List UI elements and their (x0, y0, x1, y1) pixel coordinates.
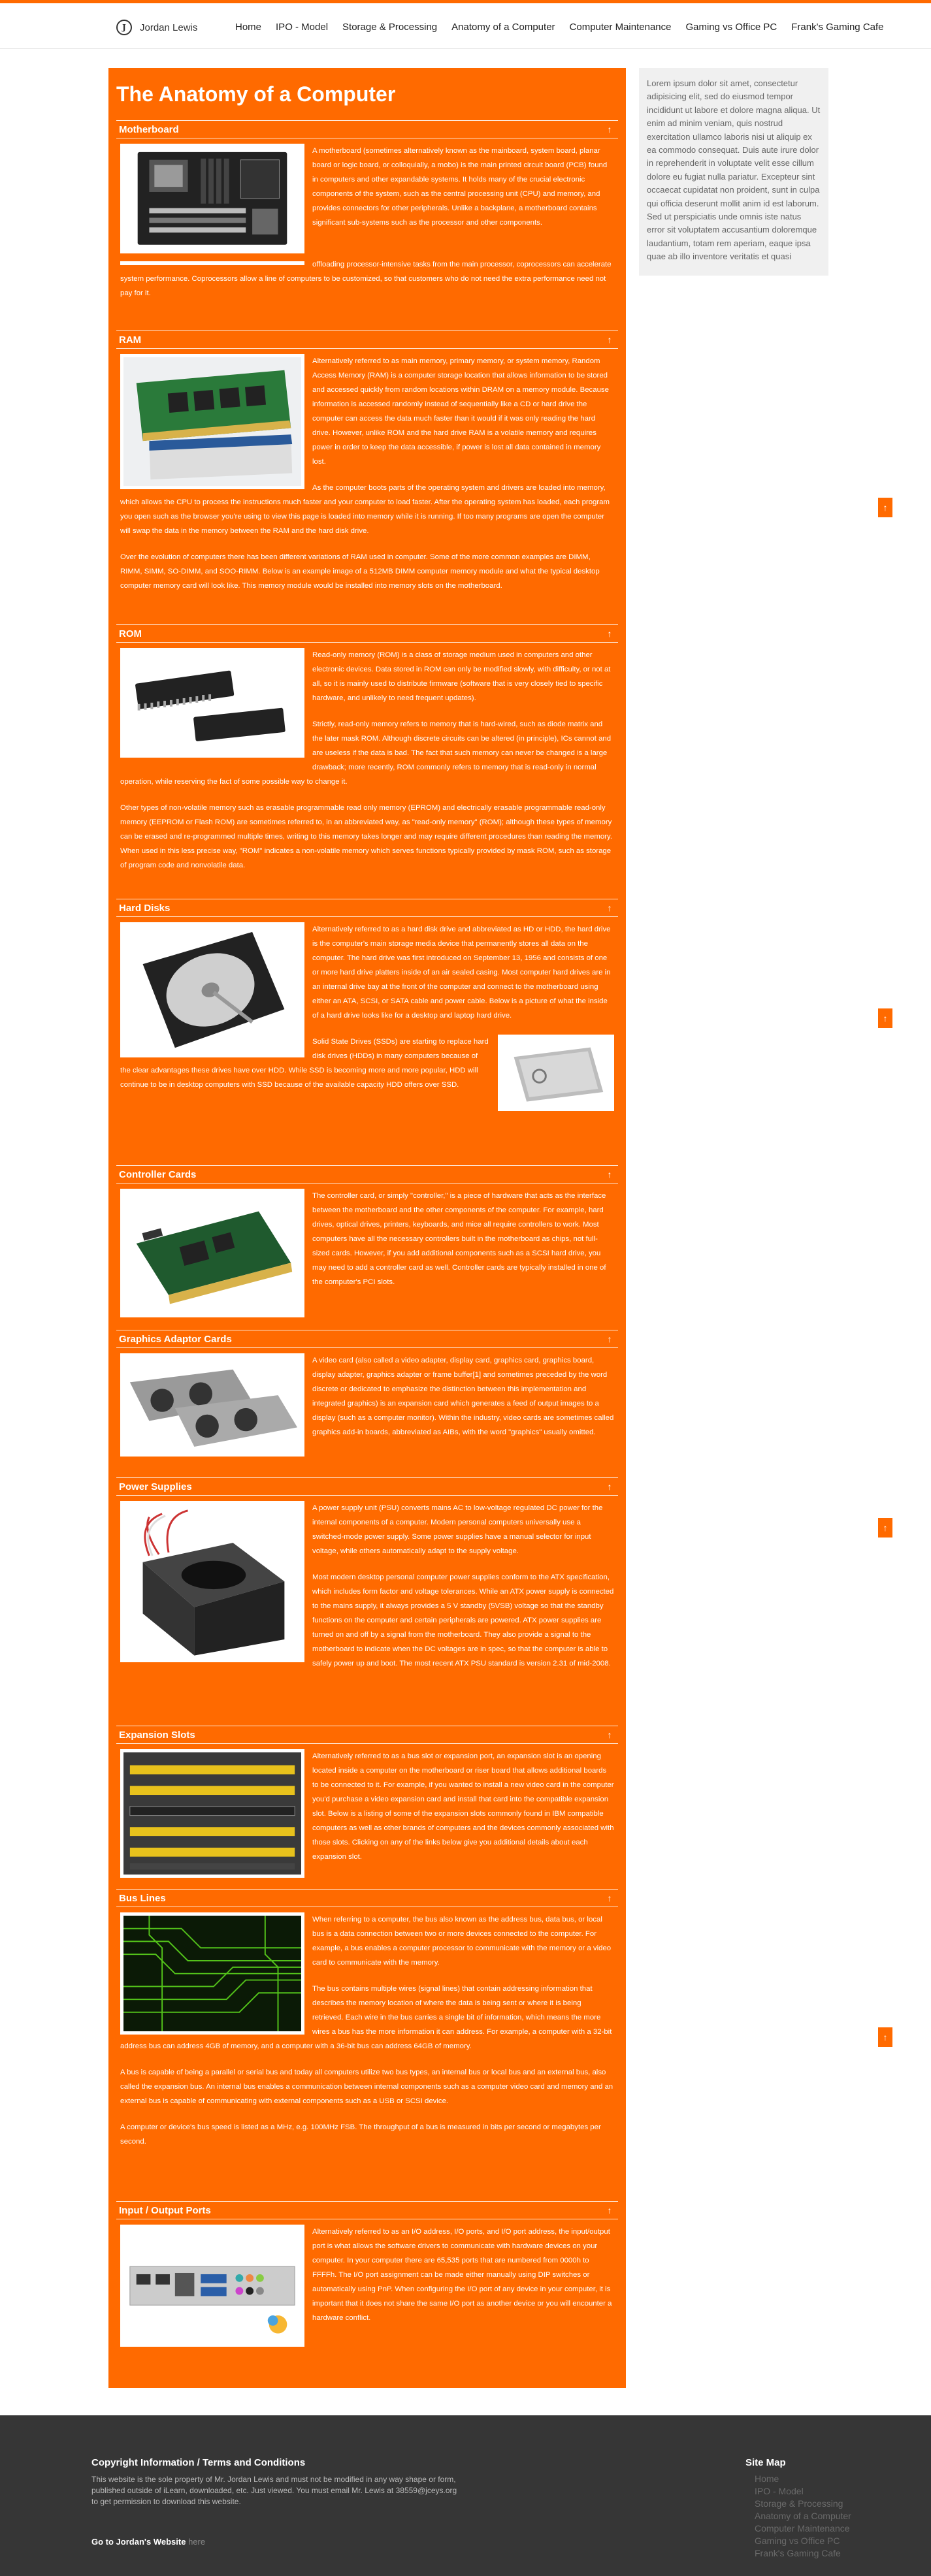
scroll-top-button[interactable]: ↑ (878, 2027, 892, 2047)
section-graphics-cards: Graphics Adaptor Cards ↑ A video card (al… (116, 1330, 618, 1460)
controller-image (120, 1189, 304, 1318)
scroll-up-icon[interactable]: ↑ (604, 628, 615, 639)
scroll-top-button[interactable]: ↑ (878, 498, 892, 517)
psu-image (120, 1501, 304, 1662)
nav-gaming-vs-office[interactable]: Gaming vs Office PC (685, 22, 777, 33)
section-controller-cards: Controller Cards ↑ The controller card, o… (116, 1165, 618, 1321)
section-title: Power Supplies (119, 1481, 192, 1492)
nav-ipo-model[interactable]: IPO - Model (276, 22, 328, 33)
section-title: Hard Disks (119, 902, 171, 914)
section-motherboard: Motherboard ↑ A motherboard (sometimes al… (116, 120, 618, 312)
section-paragraph: Other types of non-volatile memory such … (120, 804, 612, 869)
sitemap-link[interactable]: IPO - Model (755, 2485, 851, 2498)
scroll-up-icon[interactable]: ↑ (604, 1730, 615, 1740)
ram-image (120, 354, 304, 490)
arrow-up-icon: ↑ (883, 1522, 888, 1533)
nav-gaming-cafe[interactable]: Frank's Gaming Cafe (791, 22, 883, 33)
hdd-image (120, 922, 304, 1058)
arrow-up-icon: ↑ (883, 2032, 888, 2042)
nav-anatomy[interactable]: Anatomy of a Computer (451, 22, 555, 33)
section-paragraph: As the computer boots parts of the opera… (120, 484, 610, 535)
scroll-up-icon[interactable]: ↑ (604, 1893, 615, 1903)
footer-goto-label: Go to Jordan's Website (91, 2537, 186, 2547)
main-content: The Anatomy of a Computer Motherboard ↑ A… (108, 68, 626, 2388)
image-placeholder (120, 261, 304, 265)
page-title: The Anatomy of a Computer (116, 82, 396, 106)
scroll-up-icon[interactable]: ↑ (604, 1169, 615, 1180)
nav-home[interactable]: Home (235, 22, 261, 33)
rom-image (120, 648, 304, 758)
section-paragraph: A bus is capable of being a parallel or … (120, 2069, 613, 2105)
scroll-top-button[interactable]: ↑ (878, 1008, 892, 1028)
main-nav: Home IPO - Model Storage & Processing An… (235, 22, 884, 33)
footer-title: Copyright Information / Terms and Condit… (91, 2457, 306, 2468)
sitemap-link[interactable]: Storage & Processing (755, 2498, 851, 2510)
scroll-up-icon[interactable]: ↑ (604, 2205, 615, 2215)
sitemap-title: Site Map (745, 2457, 786, 2468)
io-image (120, 2225, 304, 2347)
arrow-up-icon: ↑ (883, 502, 888, 513)
sitemap-link[interactable]: Anatomy of a Computer (755, 2510, 851, 2522)
section-title: Controller Cards (119, 1168, 197, 1180)
footer-text: This website is the sole property of Mr.… (91, 2475, 457, 2506)
section-title: Expansion Slots (119, 1729, 195, 1741)
site-header: J Jordan Lewis Home IPO - Model Storage … (0, 3, 931, 49)
section-title: Bus Lines (119, 1892, 166, 1904)
section-paragraph: A computer or device's bus speed is list… (120, 2123, 601, 2146)
gpu-image (120, 1353, 304, 1457)
site-name: Jordan Lewis (140, 22, 198, 33)
sitemap-link[interactable]: Frank's Gaming Cafe (755, 2547, 851, 2560)
sitemap-list: Home IPO - Model Storage & Processing An… (755, 2473, 851, 2560)
sitemap-link[interactable]: Home (755, 2473, 851, 2485)
section-title: Graphics Adaptor Cards (119, 1333, 232, 1345)
section-title: ROM (119, 628, 142, 639)
site-logo[interactable]: J Jordan Lewis (116, 20, 197, 35)
section-title: RAM (119, 334, 142, 346)
nav-storage-processing[interactable]: Storage & Processing (342, 22, 437, 33)
section-io-ports: Input / Output Ports ↑ Alternatively refe… (116, 2201, 618, 2351)
section-rom: ROM ↑ Read-only memory (ROM) is a class o… (116, 624, 618, 884)
section-bus-lines: Bus Lines ↑ When referring to a computer,… (116, 1889, 618, 2161)
section-title: Motherboard (119, 123, 179, 135)
scroll-up-icon[interactable]: ↑ (604, 1481, 615, 1492)
slots-image (120, 1749, 304, 1878)
bus-image (120, 1912, 304, 2035)
section-hard-disks: Hard Disks ↑ Alternatively referred to as… (116, 899, 618, 1115)
footer-goto-link[interactable]: here (188, 2537, 205, 2547)
section-title: Input / Output Ports (119, 2204, 211, 2216)
scroll-up-icon[interactable]: ↑ (604, 1334, 615, 1344)
section-paragraph: Over the evolution of computers there ha… (120, 553, 600, 590)
sitemap-link[interactable]: Gaming vs Office PC (755, 2535, 851, 2547)
ssd-image (498, 1035, 614, 1112)
scroll-up-icon[interactable]: ↑ (604, 903, 615, 913)
footer-goto: Go to Jordan's Website here (91, 2537, 205, 2547)
logo-icon: J (116, 20, 132, 35)
sidebar-text: Lorem ipsum dolor sit amet, consectetur … (639, 68, 828, 276)
motherboard-image (120, 144, 304, 253)
sitemap-link[interactable]: Computer Maintenance (755, 2522, 851, 2535)
section-power-supplies: Power Supplies ↑ A power supply unit (PSU… (116, 1477, 618, 1682)
arrow-up-icon: ↑ (883, 1013, 888, 1023)
scroll-up-icon[interactable]: ↑ (604, 334, 615, 345)
nav-maintenance[interactable]: Computer Maintenance (570, 22, 672, 33)
site-footer: Copyright Information / Terms and Condit… (0, 2415, 931, 2576)
scroll-up-icon[interactable]: ↑ (604, 124, 615, 135)
section-expansion-slots: Expansion Slots ↑ Alternatively referred … (116, 1726, 618, 1882)
scroll-top-button[interactable]: ↑ (878, 1518, 892, 1538)
section-ram: RAM ↑ Alternatively referred to as main m… (116, 330, 618, 605)
